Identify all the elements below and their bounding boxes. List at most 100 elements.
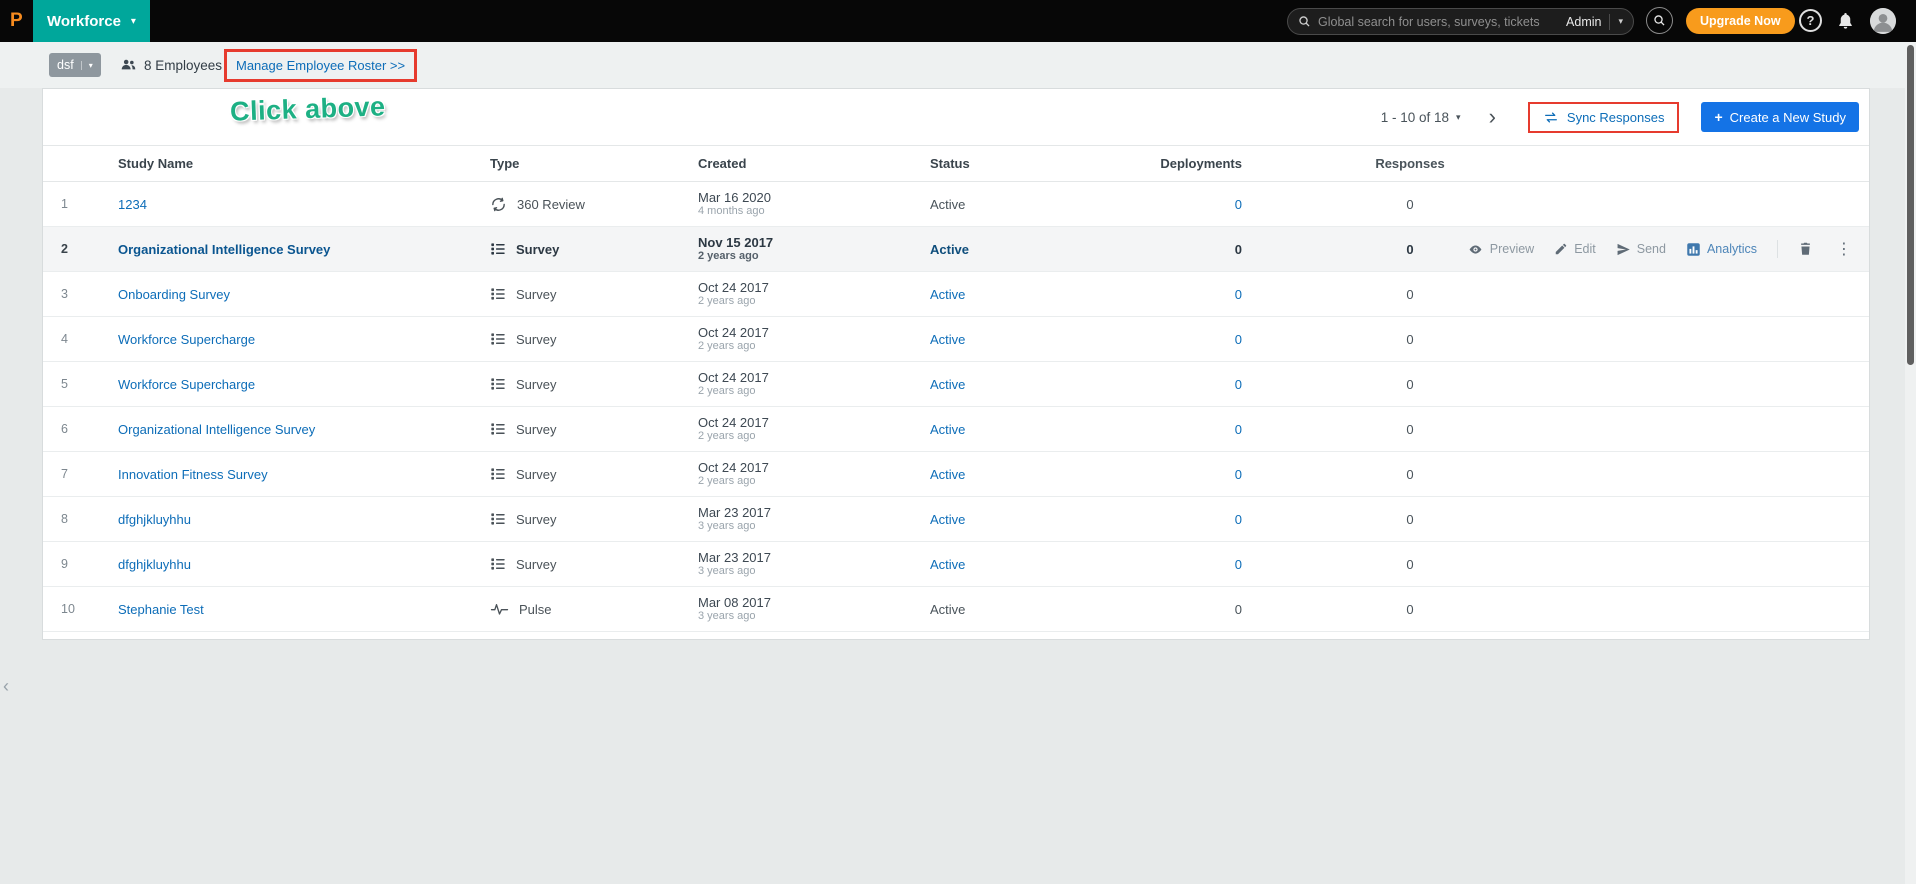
table-row[interactable]: 10 Stephanie Test Pulse Mar 08 2017 3 ye… (43, 587, 1869, 632)
responses-count: 0 (1406, 511, 1414, 527)
deployments-count[interactable]: 0 (1235, 377, 1242, 392)
plus-icon: + (1714, 109, 1723, 125)
deployments-count[interactable]: 0 (1235, 422, 1242, 437)
table-row[interactable]: 9 dfghjkluyhhu Survey Mar 23 2017 3 year… (43, 542, 1869, 587)
study-name-link[interactable]: Workforce Supercharge (118, 377, 255, 392)
status-text[interactable]: Active (930, 557, 965, 572)
study-name-link[interactable]: dfghjkluyhhu (118, 557, 191, 572)
created-ago: 2 years ago (698, 475, 756, 487)
kebab-menu-button[interactable]: ⋮ (1833, 239, 1855, 259)
created-ago: 2 years ago (698, 385, 756, 397)
header-study-name: Study Name (118, 156, 194, 171)
edit-button[interactable]: Edit (1554, 242, 1596, 256)
status-text[interactable]: Active (930, 422, 965, 437)
trash-icon (1801, 242, 1810, 255)
upgrade-now-button[interactable]: Upgrade Now (1686, 8, 1795, 34)
create-study-button[interactable]: + Create a New Study (1701, 102, 1859, 132)
preview-button[interactable]: Preview (1467, 242, 1534, 257)
created-date: Oct 24 2017 (698, 370, 769, 385)
type-label: Survey (516, 376, 557, 392)
status-text[interactable]: Active (930, 467, 965, 482)
person-icon (1870, 8, 1896, 34)
workforce-studies-screen: P Workforce ▾ Admin ▾ Upgrade Now ? dsf … (0, 0, 1916, 884)
row-number: 10 (61, 602, 75, 616)
team-dropdown[interactable]: dsf ▾ (49, 53, 101, 77)
header-deployments: Deployments (1160, 156, 1242, 171)
help-button[interactable]: ? (1799, 9, 1822, 32)
sync-responses-button[interactable]: Sync Responses (1530, 104, 1678, 131)
user-avatar[interactable] (1870, 8, 1896, 34)
pagination-dropdown[interactable]: 1 - 10 of 18 ▾ (1381, 110, 1461, 125)
chevron-down-icon[interactable]: ▾ (1610, 16, 1623, 27)
survey-list-icon (490, 286, 506, 302)
click-above-annotation: Click above (229, 91, 387, 127)
responses-count: 0 (1406, 601, 1414, 617)
send-button[interactable]: Send (1616, 242, 1666, 257)
create-study-label: Create a New Study (1729, 109, 1846, 125)
sync-responses-label: Sync Responses (1566, 109, 1665, 125)
deployments-count[interactable]: 0 (1235, 197, 1242, 212)
table-row[interactable]: 1 1234 360 Review Mar 16 2020 4 months a… (43, 182, 1869, 227)
status-text[interactable]: Active (930, 377, 965, 392)
created-ago: 2 years ago (698, 340, 756, 352)
type-label: 360 Review (517, 196, 585, 212)
product-switcher-button[interactable]: Workforce ▾ (33, 0, 150, 42)
status-text: Active (930, 601, 966, 617)
study-name-link[interactable]: Workforce Supercharge (118, 332, 255, 347)
deployments-count[interactable]: 0 (1235, 287, 1242, 302)
next-page-button[interactable]: › (1489, 106, 1496, 128)
row-number: 3 (61, 287, 68, 301)
table-row[interactable]: 3 Onboarding Survey Survey Oct 24 2017 2… (43, 272, 1869, 317)
scrollbar-thumb[interactable] (1907, 45, 1914, 365)
study-name-link[interactable]: Stephanie Test (118, 602, 204, 617)
divider (1777, 240, 1778, 258)
created-ago: 2 years ago (698, 250, 759, 262)
created-ago: 3 years ago (698, 565, 756, 577)
table-row[interactable]: 2 Organizational Intelligence Survey Sur… (43, 227, 1869, 272)
studies-panel: 1 - 10 of 18 ▾ › Sync Responses + Create… (42, 88, 1870, 640)
study-name-link[interactable]: Organizational Intelligence Survey (118, 242, 330, 257)
annotation-box-roster: Manage Employee Roster >> (224, 49, 418, 82)
search-scope-label[interactable]: Admin (1566, 15, 1601, 29)
study-name-link[interactable]: Organizational Intelligence Survey (118, 422, 315, 437)
study-name-link[interactable]: Onboarding Survey (118, 287, 230, 302)
study-name-link[interactable]: 1234 (118, 197, 147, 212)
preview-label: Preview (1489, 242, 1535, 256)
deployments-count[interactable]: 0 (1235, 467, 1242, 482)
status-text[interactable]: Active (930, 332, 965, 347)
survey-list-icon (490, 511, 506, 527)
survey-list-icon (490, 466, 506, 482)
study-name-link[interactable]: Innovation Fitness Survey (118, 467, 268, 482)
scrollbar-track (1905, 42, 1916, 884)
created-date: Oct 24 2017 (698, 460, 769, 475)
status-text: Active (930, 196, 966, 212)
created-date: Mar 23 2017 (698, 505, 771, 520)
manage-roster-link[interactable]: Manage Employee Roster >> (236, 58, 405, 73)
table-row[interactable]: 7 Innovation Fitness Survey Survey Oct 2… (43, 452, 1869, 497)
collapse-panel-chevron[interactable]: ‹ (3, 676, 9, 697)
global-search-input[interactable] (1318, 14, 1567, 29)
employee-count-group: 8 Employees (120, 42, 222, 88)
deployments-count[interactable]: 0 (1235, 332, 1242, 347)
table-row[interactable]: 8 dfghjkluyhhu Survey Mar 23 2017 3 year… (43, 497, 1869, 542)
search-button[interactable] (1646, 7, 1673, 34)
table-row[interactable]: 6 Organizational Intelligence Survey Sur… (43, 407, 1869, 452)
table-row[interactable]: 5 Workforce Supercharge Survey Oct 24 20… (43, 362, 1869, 407)
deployments-count[interactable]: 0 (1235, 512, 1242, 527)
study-name-link[interactable]: dfghjkluyhhu (118, 512, 191, 527)
row-number: 9 (61, 557, 68, 571)
header-created: Created (698, 156, 747, 171)
survey-list-icon (490, 376, 506, 392)
deployments-count[interactable]: 0 (1235, 557, 1242, 572)
people-icon (121, 59, 136, 70)
created-ago: 3 years ago (698, 610, 756, 622)
deployments-count: 0 (1234, 601, 1242, 617)
status-text[interactable]: Active (930, 287, 965, 302)
table-row[interactable]: 4 Workforce Supercharge Survey Oct 24 20… (43, 317, 1869, 362)
analytics-button[interactable]: Analytics (1686, 242, 1757, 257)
notifications-button[interactable] (1836, 11, 1855, 33)
delete-button[interactable] (1798, 241, 1813, 257)
status-text[interactable]: Active (930, 512, 965, 527)
created-date: Oct 24 2017 (698, 280, 769, 295)
created-ago: 3 years ago (698, 520, 756, 532)
